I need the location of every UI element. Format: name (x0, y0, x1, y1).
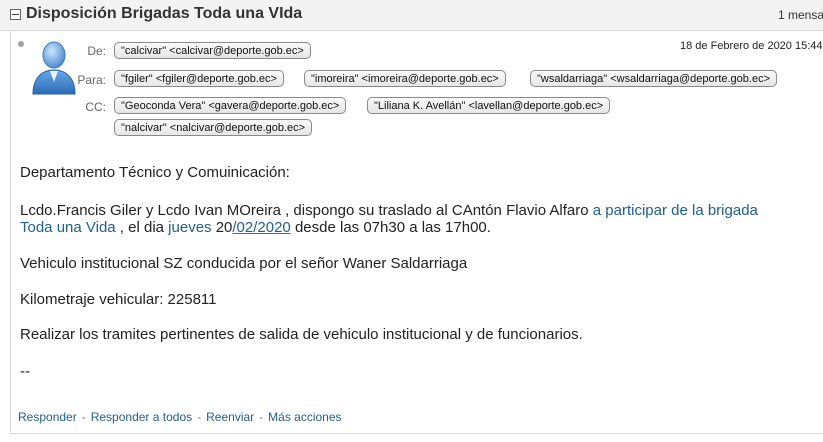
body-link-toda-una-vida[interactable]: Toda una Vida (20, 219, 116, 236)
read-status-dot-icon[interactable] (18, 41, 24, 47)
body-text: Lcdo.Francis Giler y Lcdo Ivan MOreira ,… (20, 202, 593, 219)
more-actions-link[interactable]: Más acciones (268, 410, 341, 424)
body-link-weekday[interactable]: jueves (168, 219, 211, 236)
body-link-date[interactable]: /02/2020 (232, 219, 290, 236)
cc-label: CC: (85, 100, 106, 114)
body-text: , el dia (115, 219, 169, 236)
body-line-6: Realizar los tramites pertinentes de sal… (20, 326, 583, 343)
action-separator: - (259, 410, 264, 424)
body-line-5: Kilometraje vehicular: 225811 (20, 291, 217, 308)
body-text: 20 (211, 219, 233, 236)
collapse-toggle-icon[interactable] (10, 9, 21, 20)
message-count: 1 mensa (778, 8, 823, 22)
body-line-4: Vehiculo institucional SZ conducida por … (20, 255, 468, 272)
body-text: desde las 07h30 a las 17h00. (290, 219, 491, 236)
thread-title: Disposición Brigadas Toda una VIda (26, 5, 303, 22)
recipient-chip-wsaldarriaga[interactable]: "wsaldarriaga" <wsaldarriaga@deporte.gob… (530, 70, 777, 87)
recipient-chip-fgiler[interactable]: "fgiler" <fgiler@deporte.gob.ec> (114, 70, 284, 87)
cc-chip-gavera[interactable]: "Geoconda Vera" <gavera@deporte.gob.ec> (114, 97, 347, 114)
forward-link[interactable]: Reenviar (206, 410, 254, 424)
signature-separator: -- (20, 363, 30, 380)
from-label: De: (87, 44, 106, 58)
body-line-1: Departamento Técnico y Comuinicación: (20, 164, 290, 181)
cc-chip-nalcivar[interactable]: "nalcivar" <nalcivar@deporte.gob.ec> (114, 119, 313, 136)
to-label: Para: (77, 73, 106, 87)
body-link-brigada[interactable]: a participar de la brigada (593, 202, 758, 219)
cc-chip-lavellan[interactable]: "Liliana K. Avellán" <lavellan@deporte.g… (367, 97, 611, 114)
reply-link[interactable]: Responder (18, 410, 77, 424)
body-line-2: Lcdo.Francis Giler y Lcdo Ivan MOreira ,… (20, 202, 758, 219)
thread-header: Disposición Brigadas Toda una VIda 1 men… (0, 0, 823, 31)
action-separator: - (81, 410, 86, 424)
message-actions: Responder - Responder a todos - Reenviar - Más… (18, 410, 342, 424)
action-separator: - (197, 410, 202, 424)
recipient-chip-imoreira[interactable]: "imoreira" <imoreira@deporte.gob.ec> (304, 70, 506, 87)
sender-chip[interactable]: "calcivar" <calcivar@deporte.gob.ec> (114, 42, 311, 59)
reply-all-link[interactable]: Responder a todos (91, 410, 192, 424)
body-line-3: Toda una Vida , el dia jueves 20/02/2020… (20, 219, 491, 236)
message-date: 18 de Febrero de 2020 15:44 (680, 40, 823, 52)
